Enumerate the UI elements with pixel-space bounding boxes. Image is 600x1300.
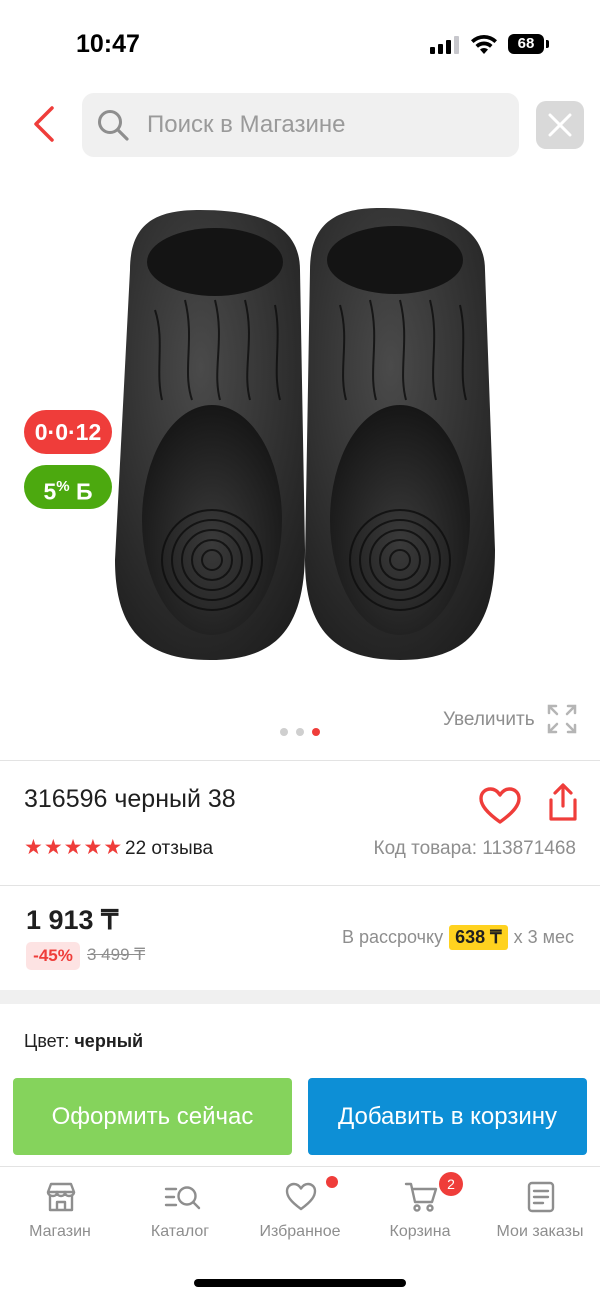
tab-label: Избранное [259,1223,341,1240]
heart-icon [285,1182,317,1211]
tab-label: Каталог [150,1223,210,1240]
back-button[interactable] [26,104,64,144]
share-button[interactable] [548,782,578,822]
gallery-dot-active[interactable] [312,728,320,736]
gallery-dot[interactable] [280,728,288,736]
discount-badge: -45% [26,942,80,970]
home-indicator[interactable] [194,1279,406,1287]
star-icon: ★ [63,836,83,859]
search-icon [98,110,129,141]
share-icon [549,783,577,821]
installment-amount: 638 ₸ [449,925,508,950]
battery-tip [546,40,549,48]
tab-favorites[interactable]: Избранное [240,1176,360,1246]
status-time: 10:47 [76,30,140,58]
current-price: 1 913 ₸ [26,905,119,935]
close-icon [548,113,572,137]
catalog-search-icon [164,1186,201,1210]
wifi-icon [471,34,497,54]
bonus-badge: 5% Б [24,465,112,509]
favorite-button[interactable] [478,786,522,826]
cart-count-badge: 2 [439,1172,463,1196]
tab-catalog[interactable]: Каталог [120,1176,240,1246]
star-icon: ★ [43,836,63,859]
product-sku: Код товара: 113871468 [373,838,576,859]
gallery-pagination [280,728,320,736]
search-input[interactable] [147,106,507,144]
tab-label: Корзина [389,1223,451,1240]
status-bar: 10:47 68 [0,0,600,88]
signal-icon [430,36,459,54]
star-icon: ★ [24,836,43,859]
installment-prefix: В рассрочку [341,927,444,947]
installment-info[interactable]: В рассрочку 638 ₸ x 3 мес [342,925,574,950]
color-option: Цвет: черный [24,1031,143,1052]
tab-orders[interactable]: Мои заказы [480,1176,600,1246]
gallery-dot[interactable] [296,728,304,736]
heart-icon [479,787,521,824]
section-separator [0,990,600,1004]
divider [0,885,600,886]
old-price: 3 499 ₸ [87,945,146,964]
installment-badge: 0·0·12 [24,410,112,454]
tab-label: Мои заказы [496,1223,584,1240]
cart-icon [404,1182,438,1212]
star-icon: ★ [83,836,103,859]
battery-level: 68 [508,34,544,54]
tab-label: Магазин [29,1223,91,1240]
star-icon: ★ [103,836,123,859]
orders-icon [527,1181,555,1213]
store-icon [46,1182,76,1212]
color-label: Цвет: [24,1031,70,1051]
clear-search-button[interactable] [536,101,584,149]
buy-now-button[interactable]: Оформить сейчас [13,1078,292,1155]
divider [0,760,600,761]
rating-stars: ★ ★ ★ ★ ★ [24,837,122,859]
expand-icon[interactable] [547,704,577,734]
reviews-link[interactable]: 22 отзыва [125,838,213,860]
add-to-cart-button[interactable]: Добавить в корзину [308,1078,587,1155]
tab-store[interactable]: Магазин [0,1176,120,1246]
installment-suffix: x 3 мес [513,927,574,947]
zoom-label[interactable]: Увеличить [443,709,535,731]
product-title: 316596 черный 38 [24,785,236,813]
favorites-notification-dot [326,1176,338,1188]
product-image[interactable] [100,190,510,680]
color-value: черный [74,1031,144,1051]
chevron-left-icon [34,106,54,142]
